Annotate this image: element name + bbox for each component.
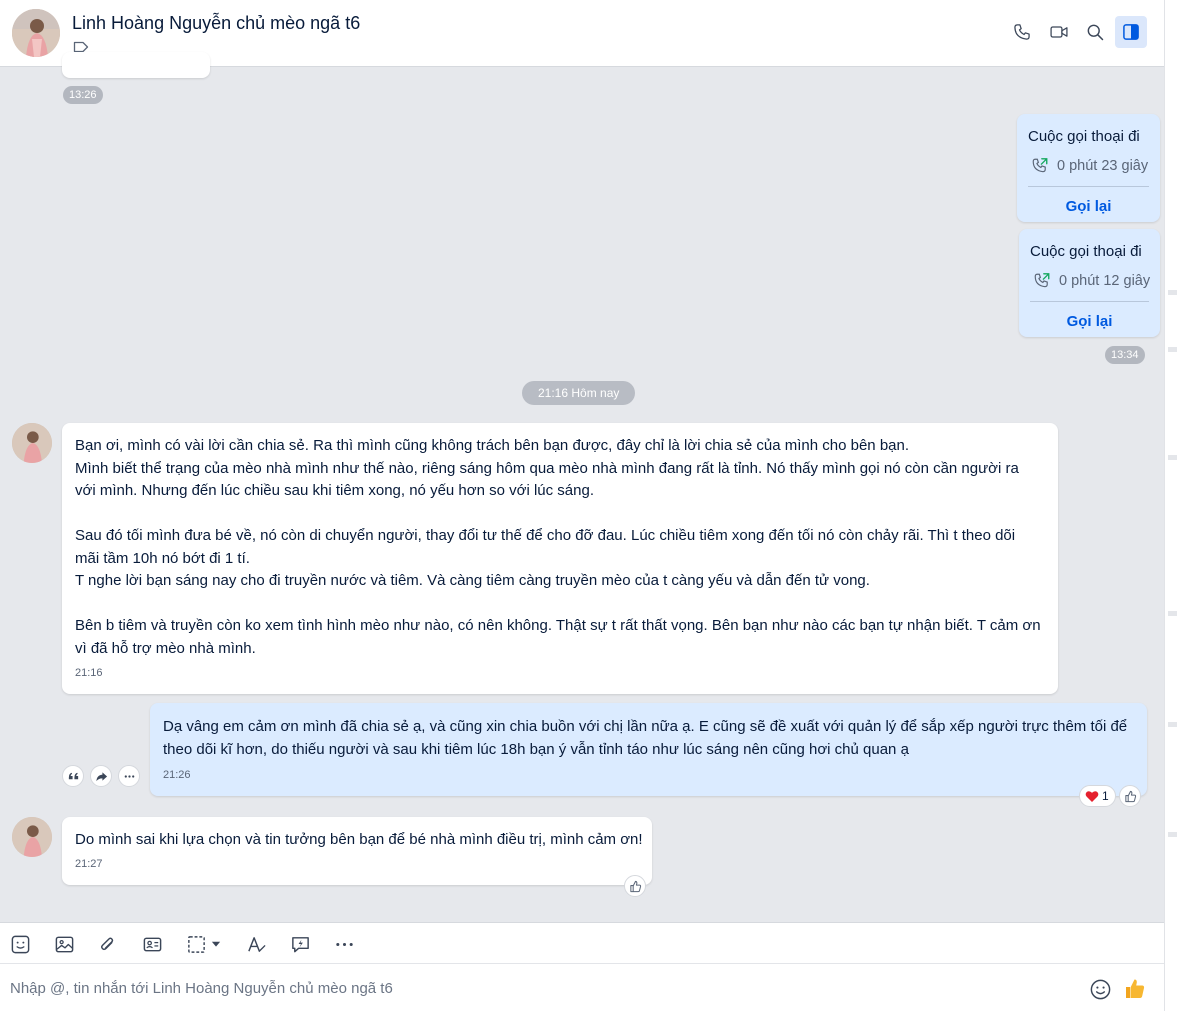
heart-icon bbox=[1085, 790, 1099, 802]
more-options-icon[interactable] bbox=[118, 765, 140, 787]
outgoing-call-icon bbox=[1032, 158, 1048, 173]
quick-message-icon[interactable] bbox=[288, 932, 312, 956]
call-title: Cuộc gọi thoại đi bbox=[1030, 243, 1142, 260]
outgoing-call-card[interactable]: Cuộc gọi thoại đi 0 phút 12 giây Gọi lại bbox=[1019, 229, 1160, 337]
reaction-count: 1 bbox=[1102, 789, 1109, 803]
call-duration: 0 phút 23 giây bbox=[1031, 157, 1148, 175]
call-back-button[interactable]: Gọi lại bbox=[1019, 313, 1160, 330]
scroll-marker bbox=[1168, 290, 1177, 295]
message-time: 21:26 bbox=[163, 769, 191, 781]
composer-toolbar bbox=[0, 922, 1164, 964]
video-call-icon[interactable] bbox=[1047, 20, 1071, 44]
text-format-icon[interactable] bbox=[244, 932, 268, 956]
heart-reaction-badge[interactable]: 1 bbox=[1079, 785, 1116, 807]
call-back-button[interactable]: Gọi lại bbox=[1017, 198, 1160, 215]
sender-avatar[interactable] bbox=[12, 423, 52, 463]
call-duration-text: 0 phút 23 giây bbox=[1057, 158, 1149, 174]
outgoing-call-card[interactable]: Cuộc gọi thoại đi 0 phút 23 giây Gọi lại bbox=[1017, 114, 1160, 222]
message-time: 21:27 bbox=[75, 858, 103, 870]
image-icon[interactable] bbox=[52, 932, 76, 956]
avatar-image bbox=[12, 9, 60, 57]
forward-icon[interactable] bbox=[90, 765, 112, 787]
divider bbox=[1030, 301, 1149, 302]
quote-reply-icon[interactable] bbox=[62, 765, 84, 787]
message-time: 21:16 bbox=[75, 667, 103, 679]
date-divider: 21:16 Hôm nay bbox=[522, 381, 636, 405]
message-time-badge: 13:26 bbox=[63, 86, 103, 104]
sender-avatar[interactable] bbox=[12, 817, 52, 857]
scroll-marker bbox=[1168, 347, 1177, 352]
avatar-image bbox=[12, 423, 52, 463]
scrollbar-track[interactable] bbox=[1164, 0, 1177, 1011]
like-reaction-icon[interactable] bbox=[1119, 785, 1141, 807]
message-text: Dạ vâng em cảm ơn mình đã chia sẻ ạ, và … bbox=[163, 718, 1128, 758]
message-text: Bạn ơi, mình có vài lời cần chia sẻ. Ra … bbox=[75, 437, 1041, 657]
incoming-message-bubble[interactable]: Do mình sai khi lựa chọn và tin tưởng bê… bbox=[62, 817, 652, 885]
scroll-marker bbox=[1168, 611, 1177, 616]
message-text: Do mình sai khi lựa chọn và tin tưởng bê… bbox=[75, 831, 643, 848]
contact-name[interactable]: Linh Hoàng Nguyễn chủ mèo ngã t6 bbox=[72, 13, 360, 34]
scroll-marker bbox=[1168, 832, 1177, 837]
message-input[interactable] bbox=[10, 974, 1060, 1002]
call-duration-text: 0 phút 12 giây bbox=[1059, 273, 1151, 289]
divider bbox=[1028, 186, 1149, 187]
avatar-image bbox=[12, 817, 52, 857]
emoji-icon[interactable] bbox=[1087, 976, 1113, 1002]
conversation-info-panel-icon[interactable] bbox=[1115, 16, 1147, 48]
outgoing-call-icon bbox=[1034, 273, 1050, 288]
call-duration: 0 phút 12 giây bbox=[1033, 272, 1150, 290]
composer bbox=[0, 964, 1164, 1011]
screenshot-icon[interactable] bbox=[184, 932, 208, 956]
search-icon[interactable] bbox=[1083, 20, 1107, 44]
screenshot-options-chevron-icon[interactable] bbox=[208, 932, 224, 956]
outgoing-message-bubble[interactable]: Dạ vâng em cảm ơn mình đã chia sẻ ạ, và … bbox=[150, 703, 1147, 796]
sticker-icon[interactable] bbox=[8, 932, 32, 956]
attachment-icon[interactable] bbox=[95, 932, 119, 956]
previous-message-bubble[interactable] bbox=[62, 52, 210, 78]
contact-avatar[interactable] bbox=[12, 9, 60, 57]
incoming-message-bubble[interactable]: Bạn ơi, mình có vài lời cần chia sẻ. Ra … bbox=[62, 423, 1058, 694]
more-actions-icon[interactable] bbox=[332, 932, 356, 956]
scroll-marker bbox=[1168, 722, 1177, 727]
like-reaction-icon[interactable] bbox=[624, 875, 646, 897]
voice-call-icon[interactable] bbox=[1010, 20, 1034, 44]
scroll-marker bbox=[1168, 455, 1177, 460]
call-title: Cuộc gọi thoại đi bbox=[1028, 128, 1140, 145]
thumbs-up-send-icon[interactable] bbox=[1122, 976, 1148, 1002]
contact-card-icon[interactable] bbox=[140, 932, 164, 956]
message-time-badge: 13:34 bbox=[1105, 346, 1145, 364]
